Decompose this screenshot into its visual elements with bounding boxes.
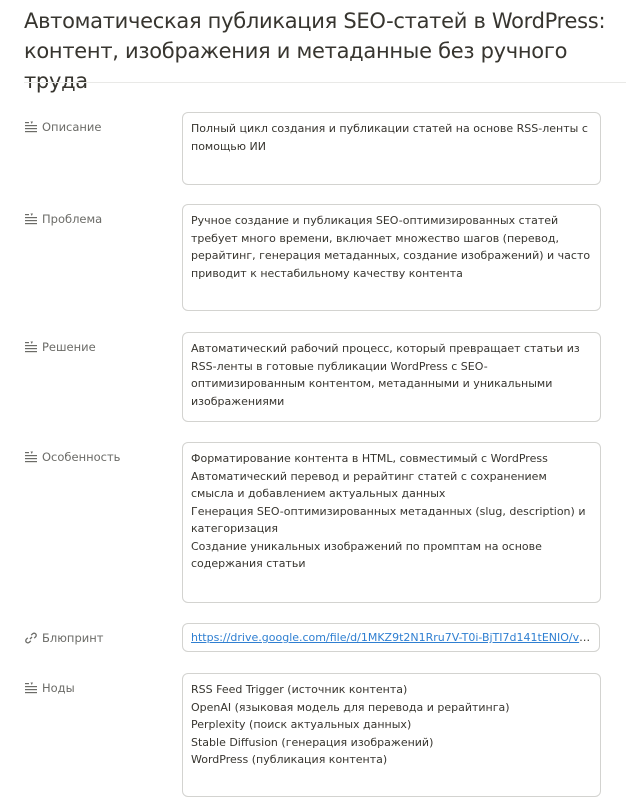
link-icon [24,631,38,645]
text-lines-icon [24,212,38,226]
property-label-text: Проблема [42,212,103,226]
property-label-description[interactable]: Описание [24,119,101,135]
property-label-blueprint[interactable]: Блюпринт [24,630,103,646]
property-label-text: Описание [42,120,102,134]
nodes-field[interactable]: RSS Feed Trigger (источник контента) Ope… [182,673,601,797]
text-lines-icon [24,340,38,354]
property-label-text: Особенность [42,450,121,464]
property-label-problem[interactable]: Проблема [24,211,102,227]
property-label-text: Ноды [42,681,75,695]
property-label-feature[interactable]: Особенность [24,449,120,465]
solution-field[interactable]: Автоматический рабочий процесс, который … [182,332,601,422]
text-lines-icon [24,120,38,134]
description-field[interactable]: Полный цикл создания и публикации статей… [182,112,601,185]
property-label-solution[interactable]: Решение [24,339,96,355]
text-lines-icon [24,681,38,695]
title-divider [24,82,626,83]
property-label-text: Блюпринт [42,631,104,645]
property-label-nodes[interactable]: Ноды [24,680,75,696]
text-lines-icon [24,450,38,464]
feature-field[interactable]: Форматирование контента в HTML, совмести… [182,442,601,603]
blueprint-field[interactable]: https://drive.google.com/file/d/1MKZ9t2N… [182,623,600,652]
property-label-text: Решение [42,340,96,354]
problem-field[interactable]: Ручное создание и публикация SEO-оптимиз… [182,204,601,311]
blueprint-link[interactable]: https://drive.google.com/file/d/1MKZ9t2N… [191,631,599,644]
